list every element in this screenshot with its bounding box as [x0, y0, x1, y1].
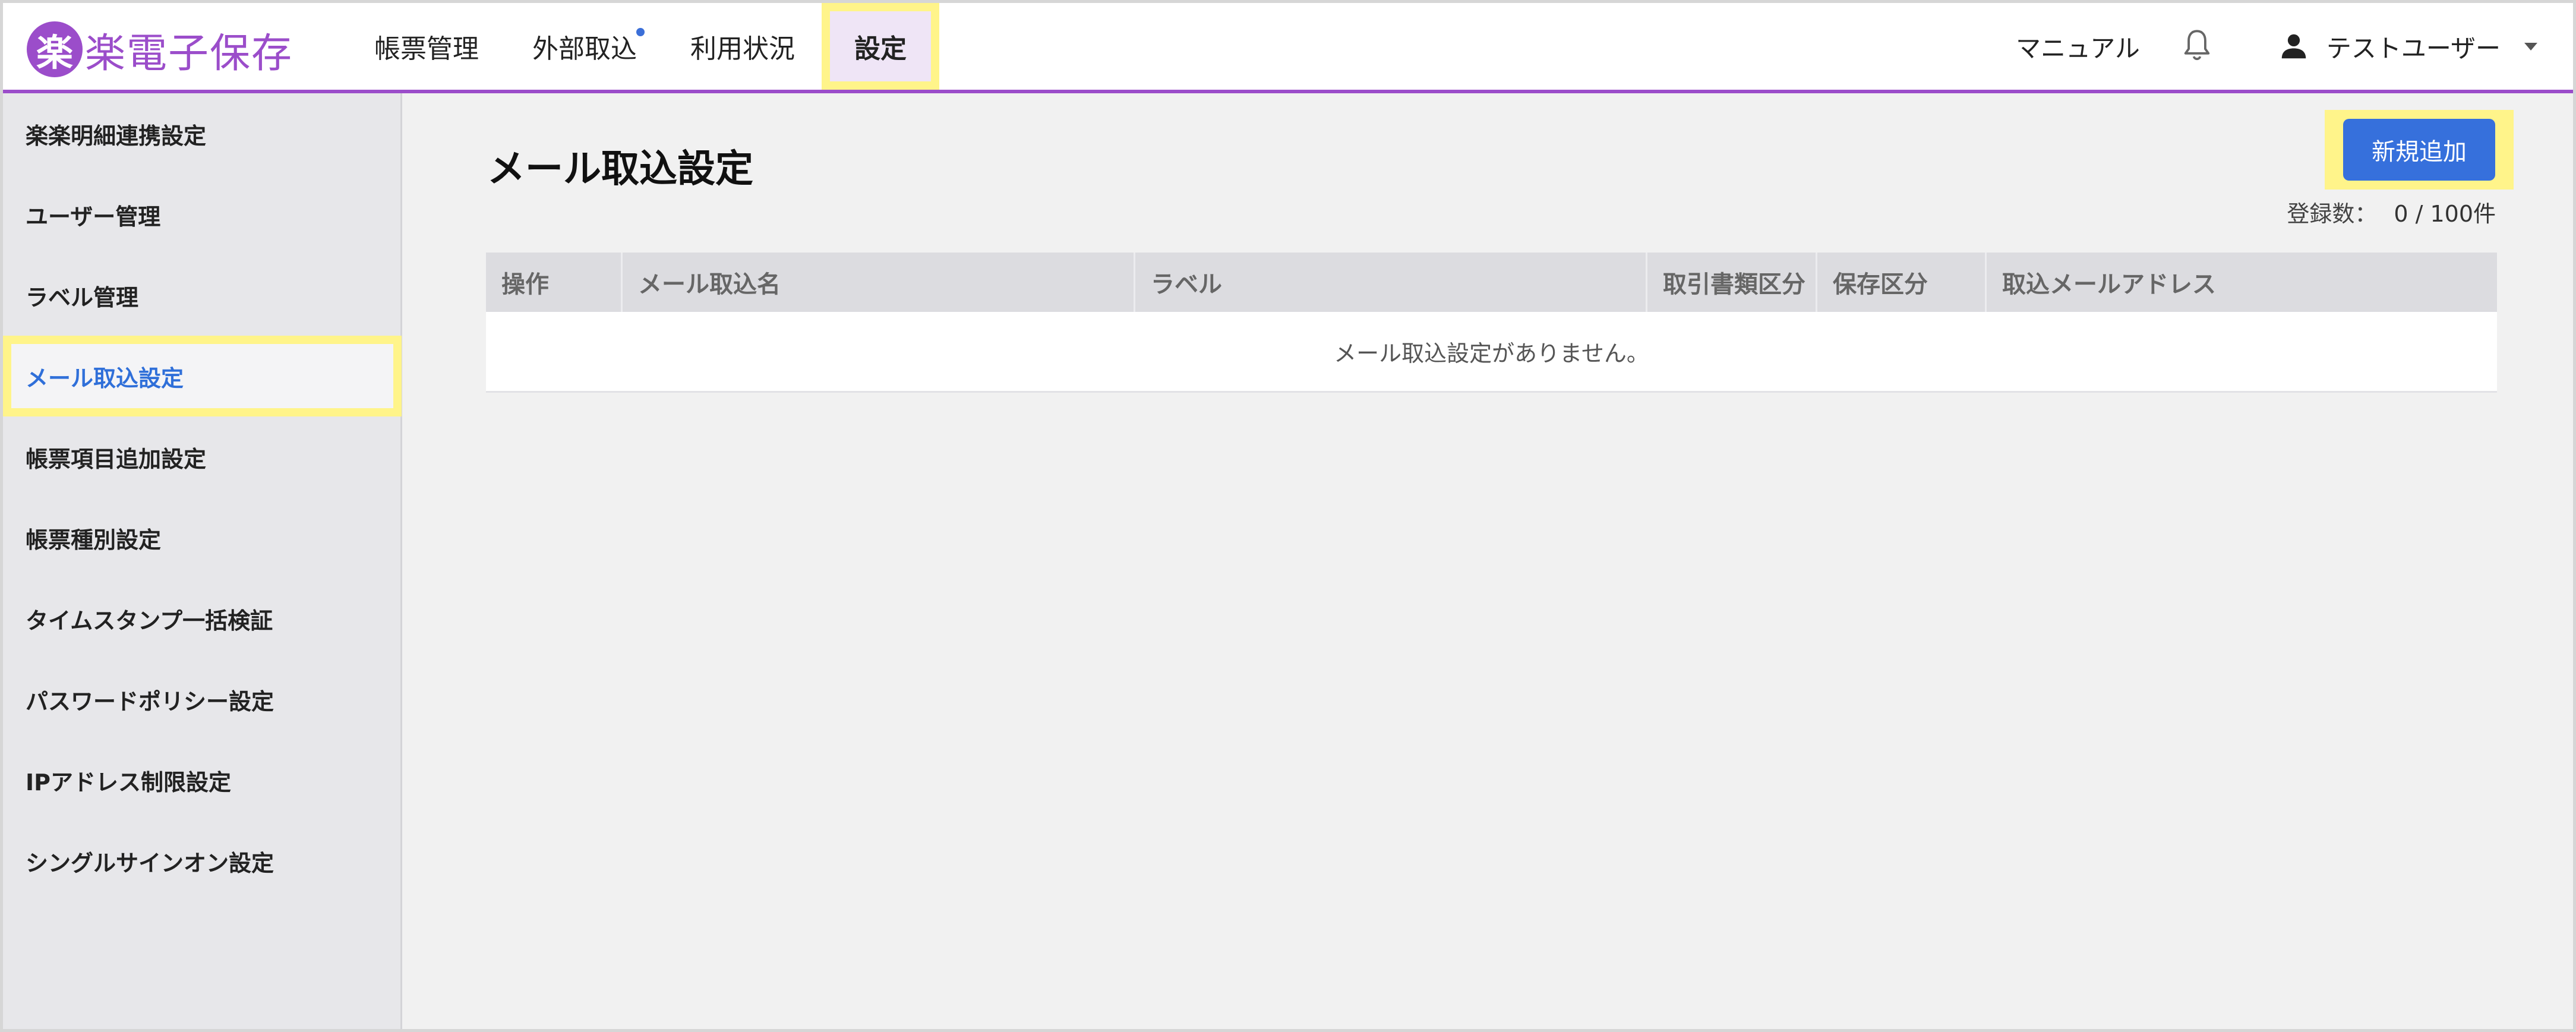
user-menu[interactable]: テストユーザー: [2278, 29, 2537, 65]
column-header-transaction-type: 取引書類区分: [1647, 253, 1817, 312]
user-name: テストユーザー: [2326, 33, 2501, 63]
nav-item-label: 利用状況: [690, 34, 795, 64]
nav-item-label: 帳票管理: [374, 34, 479, 64]
notification-dot: [636, 28, 645, 36]
page-title: メール取込設定: [487, 147, 753, 191]
main-nav: 帳票管理 外部取込 利用状況 設定: [348, 3, 939, 90]
manual-link[interactable]: マニュアル: [2016, 29, 2140, 65]
header-right: マニュアル テストユーザー: [2016, 3, 2537, 90]
nav-item-usage-status[interactable]: 利用状況: [664, 3, 822, 90]
add-new-button[interactable]: 新規追加: [2343, 119, 2495, 181]
logo-mark: 楽: [27, 21, 83, 77]
nav-item-label: 設定: [854, 34, 907, 64]
person-icon: [2281, 34, 2306, 59]
sidebar-item-ip-restriction[interactable]: IPアドレス制限設定: [3, 740, 400, 820]
registration-count: 登録数： 0 / 100件: [2287, 195, 2496, 228]
sidebar-item-mail-import[interactable]: メール取込設定: [3, 336, 402, 416]
nav-item-document-management[interactable]: 帳票管理: [348, 3, 506, 90]
main-content: メール取込設定 新規追加 登録数： 0 / 100件 操作 メール取込名 ラベル …: [404, 93, 2573, 1029]
sidebar-item-rakuraku-meisai-link[interactable]: 楽楽明細連携設定: [3, 93, 400, 174]
column-header-label: ラベル: [1135, 253, 1647, 312]
count-label: 登録数：: [2287, 201, 2378, 227]
column-header-actions: 操作: [486, 253, 623, 312]
column-header-storage-type: 保存区分: [1817, 253, 1987, 312]
app-window: 楽 楽電子保存 帳票管理 外部取込 利用状況 設定 マニュアル テストユーザー …: [0, 0, 2576, 1032]
sidebar-item-label-management[interactable]: ラベル管理: [3, 255, 400, 336]
add-button-highlight: 新規追加: [2325, 110, 2514, 190]
sidebar-item-single-sign-on[interactable]: シングルサインオン設定: [3, 820, 400, 901]
empty-table-message: メール取込設定がありません。: [486, 312, 2497, 393]
sidebar-item-document-types[interactable]: 帳票種別設定: [3, 497, 400, 578]
nav-item-label: 外部取込: [532, 34, 637, 64]
mail-import-table: 操作 メール取込名 ラベル 取引書類区分 保存区分 取込メールアドレス メール取…: [486, 253, 2497, 393]
nav-item-external-import[interactable]: 外部取込: [506, 3, 664, 90]
table-header: 操作 メール取込名 ラベル 取引書類区分 保存区分 取込メールアドレス: [486, 253, 2497, 312]
column-header-import-email: 取込メールアドレス: [2002, 271, 2216, 298]
sidebar-item-password-policy[interactable]: パスワードポリシー設定: [3, 659, 400, 740]
count-value: 0 / 100件: [2394, 201, 2496, 227]
sidebar-item-user-management[interactable]: ユーザー管理: [3, 174, 400, 255]
sidebar-item-timestamp-verification[interactable]: タイムスタンプ一括検証: [3, 578, 400, 659]
column-header-import-name: メール取込名: [623, 253, 1135, 312]
app-logo[interactable]: 楽 楽電子保存: [27, 21, 293, 78]
chevron-down-icon: [2524, 42, 2537, 51]
top-header: 楽 楽電子保存 帳票管理 外部取込 利用状況 設定 マニュアル テストユーザー: [3, 3, 2573, 93]
bell-icon[interactable]: [2182, 29, 2212, 64]
settings-sidebar: 楽楽明細連携設定 ユーザー管理 ラベル管理 メール取込設定 帳票項目追加設定 帳…: [3, 93, 402, 1029]
logo-text: 楽電子保存: [85, 30, 293, 77]
sidebar-item-document-fields[interactable]: 帳票項目追加設定: [3, 416, 400, 497]
nav-item-settings[interactable]: 設定: [822, 3, 939, 90]
